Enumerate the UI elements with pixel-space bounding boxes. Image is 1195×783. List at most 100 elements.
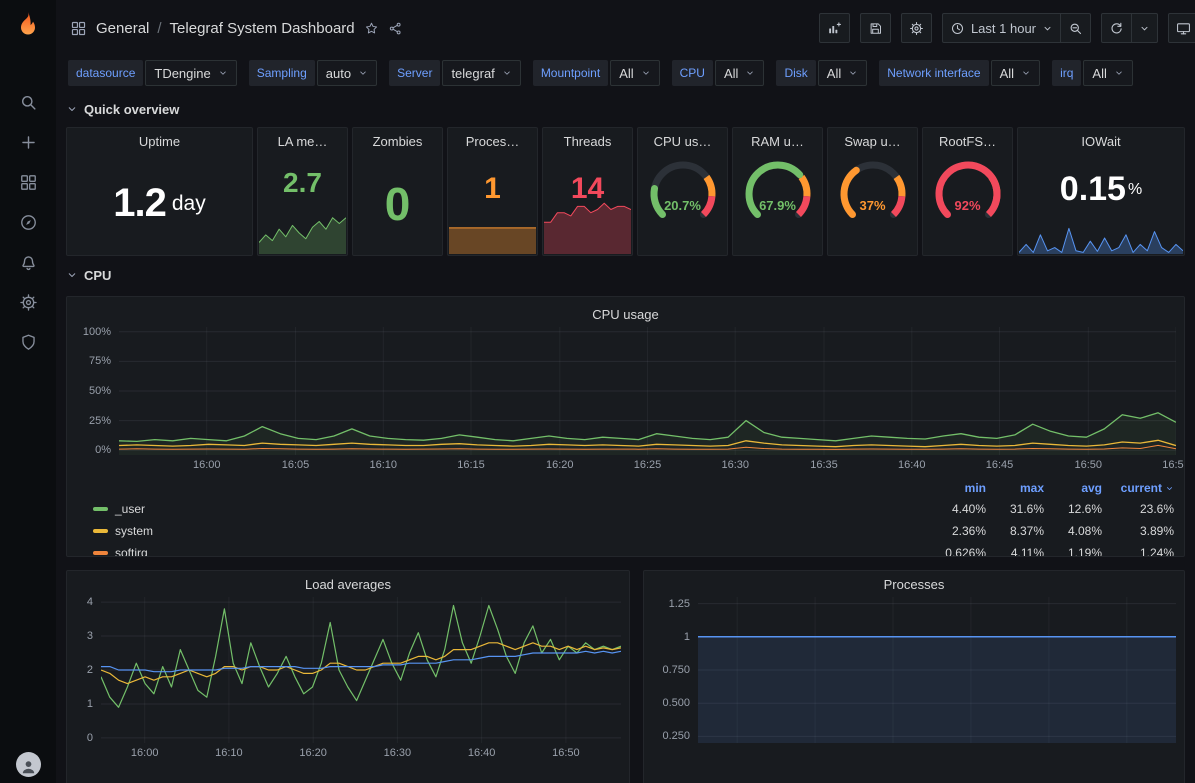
legend-header-min[interactable]: min <box>928 481 986 495</box>
panel-title[interactable]: Swap u… <box>828 128 917 154</box>
processes-plot[interactable] <box>698 597 1176 743</box>
breadcrumb-folder[interactable]: General <box>96 20 149 37</box>
sidebar-item-alerting[interactable] <box>8 242 48 282</box>
sidebar-item-configuration[interactable] <box>8 282 48 322</box>
grafana-flame-icon <box>13 10 43 40</box>
x-tick-label: 16:20 <box>546 459 574 471</box>
row-quick-overview[interactable]: Quick overview <box>66 98 1185 120</box>
nav-sidebar <box>0 0 56 783</box>
zoom-out-time-button[interactable] <box>1061 13 1091 43</box>
variable-cpu: CPU All <box>672 60 765 86</box>
panel-title[interactable]: CPU usage <box>67 301 1184 327</box>
refresh-icon <box>1109 21 1124 36</box>
breadcrumb-dashboard-title[interactable]: Telegraf System Dashboard <box>170 20 355 37</box>
cpu-usage-plot[interactable] <box>119 327 1176 455</box>
y-tick-label: 1 <box>684 631 690 643</box>
panel-title[interactable]: CPU us… <box>638 128 727 154</box>
x-tick-label: 16:30 <box>384 747 412 759</box>
refresh-interval-dropdown[interactable] <box>1132 13 1158 43</box>
dashboard-settings-button[interactable] <box>901 13 932 43</box>
sidebar-item-create[interactable] <box>8 122 48 162</box>
legend-header-current[interactable]: current <box>1102 481 1174 495</box>
sidebar-item-dashboards[interactable] <box>8 162 48 202</box>
dashboard-squares-icon <box>70 20 87 37</box>
gauge-value: 67.9% <box>733 198 822 213</box>
grafana-logo[interactable] <box>13 10 43 40</box>
legend-header-max[interactable]: max <box>986 481 1044 495</box>
star-dashboard-button[interactable] <box>364 21 379 36</box>
y-tick-label: 0.250 <box>662 730 690 742</box>
chart-canvas <box>449 224 536 254</box>
x-tick-label: 16:15 <box>457 459 485 471</box>
share-icon <box>388 21 403 36</box>
row-cpu[interactable]: CPU <box>66 264 1185 286</box>
x-tick-label: 16:35 <box>810 459 838 471</box>
user-profile-button[interactable] <box>16 752 41 777</box>
gauge-value: 20.7% <box>638 198 727 213</box>
variable-label: Sampling <box>249 60 315 86</box>
legend-series-toggle[interactable]: softirq <box>93 546 928 557</box>
tv-mode-button[interactable] <box>1168 13 1195 43</box>
chevron-down-icon <box>218 68 228 78</box>
chart-canvas <box>698 597 1176 743</box>
variable-irq: irq All <box>1052 60 1133 86</box>
panel-rootfs-gauge: RootFS… 92% <box>922 127 1013 256</box>
panel-title[interactable]: Threads <box>543 128 632 154</box>
variable-label: Server <box>389 60 440 86</box>
save-dashboard-button[interactable] <box>860 13 891 43</box>
cpu-gauge: 20.7% <box>638 154 727 253</box>
x-tick-label: 16:10 <box>215 747 243 759</box>
panel-title[interactable]: RootFS… <box>923 128 1012 154</box>
panel-title[interactable]: Processes <box>644 571 1184 597</box>
variable-value-dropdown[interactable]: TDengine <box>145 60 236 86</box>
panel-title[interactable]: Zombies <box>353 128 442 154</box>
variable-value-dropdown[interactable]: auto <box>317 60 377 86</box>
panel-title[interactable]: Proces… <box>448 128 537 154</box>
chart-canvas <box>101 597 621 743</box>
refresh-button[interactable] <box>1101 13 1132 43</box>
panel-title[interactable]: IOWait <box>1018 128 1184 154</box>
gauge-canvas <box>733 154 822 232</box>
panel-title[interactable]: LA me… <box>258 128 347 154</box>
series-color-swatch <box>93 507 108 511</box>
x-tick-label: 16:30 <box>721 459 749 471</box>
legend-series-toggle[interactable]: _user <box>93 502 928 516</box>
x-tick-label: 16:05 <box>282 459 310 471</box>
sidebar-item-explore[interactable] <box>8 202 48 242</box>
x-tick-label: 16:10 <box>369 459 397 471</box>
variable-value-dropdown[interactable]: All <box>818 60 867 86</box>
x-tick-label: 16:40 <box>898 459 926 471</box>
sidebar-item-search[interactable] <box>8 82 48 122</box>
refresh-controls <box>1101 13 1158 43</box>
panel-la-medium: LA me… 2.7 <box>257 127 348 256</box>
user-avatar-icon <box>19 757 38 776</box>
gear-icon <box>909 21 924 36</box>
rootfs-gauge: 92% <box>923 154 1012 253</box>
legend-series-toggle[interactable]: system <box>93 524 928 538</box>
time-range-picker[interactable]: Last 1 hour <box>942 13 1061 43</box>
x-axis: 16:0016:0516:1016:1516:2016:2516:3016:35… <box>119 455 1176 473</box>
panel-ram-usage-gauge: RAM u… 67.9% <box>732 127 823 256</box>
panel-processes: Processes 1.2510.7500.5000.250 <box>643 570 1185 783</box>
sidebar-nav <box>8 82 48 362</box>
legend-header-avg[interactable]: avg <box>1044 481 1102 495</box>
star-icon <box>364 21 379 36</box>
variable-value-dropdown[interactable]: All <box>715 60 764 86</box>
iowait-sparkline <box>1019 222 1183 254</box>
clock-icon <box>950 21 965 36</box>
variable-value-dropdown[interactable]: All <box>1083 60 1132 86</box>
variable-value-dropdown[interactable]: telegraf <box>442 60 520 86</box>
x-tick-label: 16:00 <box>131 747 159 759</box>
share-dashboard-button[interactable] <box>388 21 403 36</box>
chart-canvas <box>259 212 346 254</box>
panel-title[interactable]: RAM u… <box>733 128 822 154</box>
add-panel-button[interactable] <box>819 13 850 43</box>
chart-canvas <box>1019 222 1183 254</box>
panel-title[interactable]: Uptime <box>67 128 252 154</box>
variable-value-dropdown[interactable]: All <box>610 60 659 86</box>
panel-title[interactable]: Load averages <box>67 571 629 597</box>
y-tick-label: 75% <box>89 355 111 367</box>
load-averages-plot[interactable] <box>101 597 621 743</box>
sidebar-item-server-admin[interactable] <box>8 322 48 362</box>
variable-value-dropdown[interactable]: All <box>991 60 1040 86</box>
